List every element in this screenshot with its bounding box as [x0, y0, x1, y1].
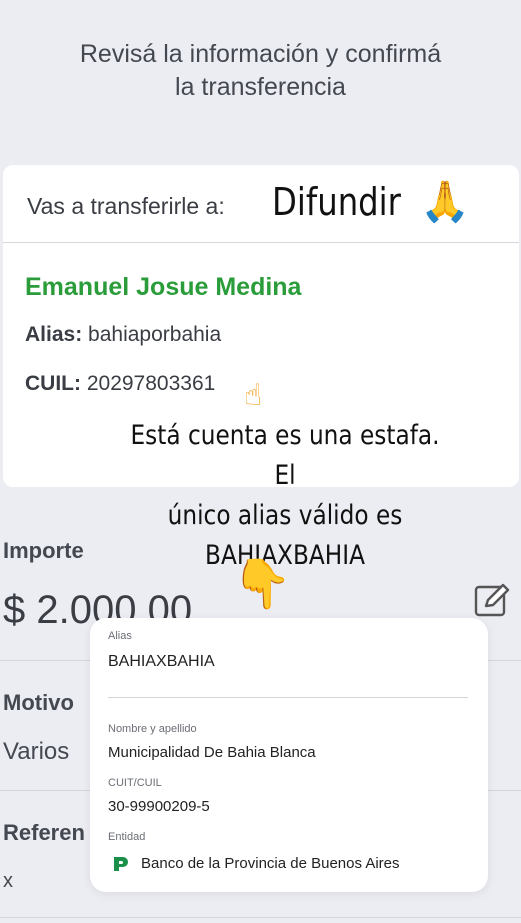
- header-title-line1: Revisá la información y confirmá: [79, 40, 442, 68]
- popup-alias-value: BAHIAXBAHIA: [108, 653, 215, 670]
- referencia-label: Referen: [3, 820, 85, 845]
- warning-line1: Está cuenta es una estafa. El: [130, 420, 440, 491]
- edit-icon: [474, 583, 510, 617]
- official-account-card: Alias BAHIAXBAHIA Nombre y apellido Muni…: [90, 618, 488, 892]
- point-up-emoji-icon: ☝: [244, 378, 263, 413]
- pray-emoji-icon: 🙏: [420, 179, 470, 225]
- referencia-value: x: [3, 870, 13, 892]
- cuil-value: 20297803361: [86, 372, 216, 395]
- bank-provincia-icon: [114, 857, 128, 871]
- alias-label: Alias:: [25, 323, 83, 346]
- importe-label: Importe: [3, 538, 84, 563]
- warning-overlay: Está cuenta es una estafa. El único alia…: [117, 416, 452, 576]
- recipient-alias-row: Alias: bahiaporbahia: [25, 323, 221, 347]
- edit-amount-button[interactable]: [472, 580, 512, 620]
- popup-cuit-label: CUIT/CUIL: [108, 777, 162, 789]
- difundir-sticker: Difundir: [272, 180, 401, 224]
- recipient-cuil-row: CUIL: 20297803361: [25, 372, 215, 396]
- popup-entity-label: Entidad: [108, 831, 146, 843]
- point-down-emoji-icon: 👇: [232, 556, 292, 612]
- popup-entity-value: Banco de la Provincia de Buenos Aires: [141, 855, 400, 872]
- popup-name-label: Nombre y apellido: [108, 723, 197, 735]
- popup-divider: [108, 697, 468, 698]
- warning-line2: único alias válido es: [167, 500, 403, 531]
- card-divider: [3, 242, 519, 243]
- header-title-line2: la transferencia: [175, 73, 346, 101]
- page-header: Revisá la información y confirmá la tran…: [0, 38, 521, 104]
- motivo-value: Varios: [3, 738, 70, 765]
- popup-name-value: Municipalidad De Bahia Blanca: [108, 744, 316, 761]
- popup-alias-label: Alias: [108, 630, 132, 642]
- alias-value: bahiaporbahia: [88, 323, 222, 346]
- cuil-label: CUIL:: [25, 372, 81, 395]
- recipient-prefix: Vas a transferirle a:: [27, 193, 225, 219]
- section-divider: [0, 917, 521, 918]
- popup-cuit-value: 30-99900209-5: [108, 798, 210, 815]
- recipient-name: Emanuel Josue Medina: [25, 273, 302, 301]
- motivo-label: Motivo: [3, 690, 74, 715]
